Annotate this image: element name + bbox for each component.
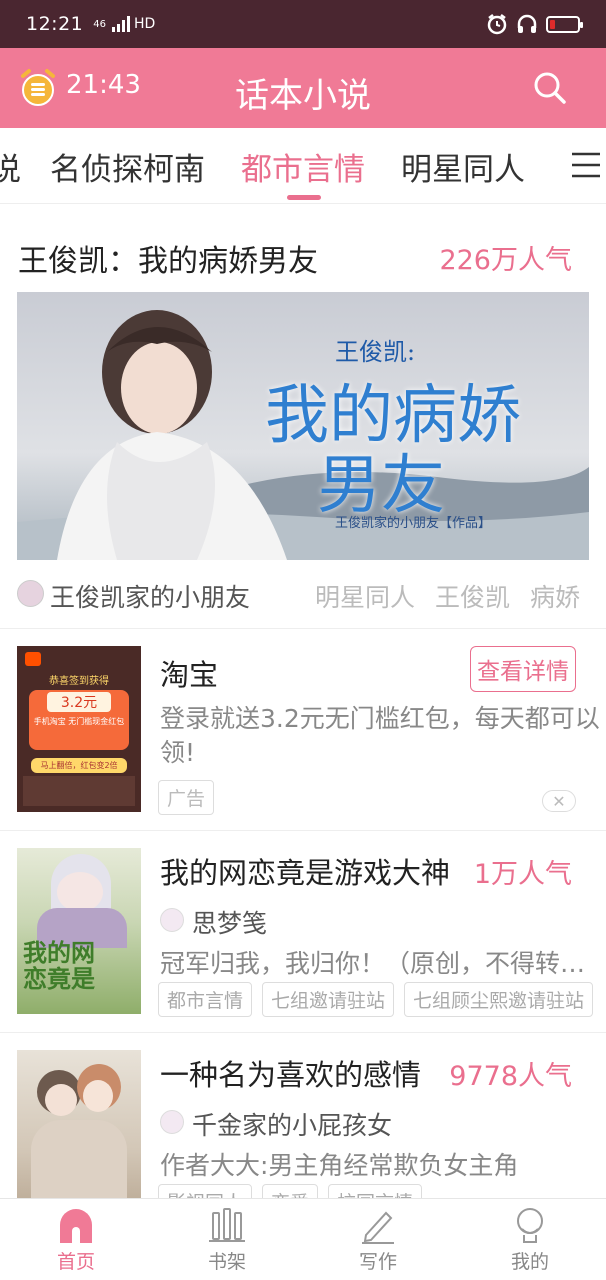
ad-name[interactable]: 淘宝	[160, 652, 218, 694]
ad-cover-top: 恭喜签到获得	[49, 676, 109, 687]
menu-icon	[572, 152, 600, 178]
book-title[interactable]: 一种名为喜欢的感情	[160, 1052, 421, 1094]
book-title[interactable]: 我的网恋竟是游戏大神	[160, 850, 450, 892]
headphones-icon	[517, 14, 537, 33]
view-details-button[interactable]: 查看详情	[470, 646, 576, 692]
close-icon: ✕	[552, 791, 566, 811]
featured-author[interactable]: 王俊凯家的小朋友	[50, 578, 250, 614]
nav-profile[interactable]: 我的	[470, 1205, 590, 1274]
book-tag[interactable]: 七组邀请驻站	[262, 982, 395, 1017]
book-tag[interactable]: 恋爱	[262, 1184, 319, 1198]
featured-banner[interactable]: 王俊凯: 我的病娇 男友 王俊凯家的小朋友【作品】	[17, 292, 589, 560]
active-tab-indicator	[287, 195, 321, 200]
nav-label: 写作	[358, 1251, 397, 1273]
book-tag[interactable]: 都市言情	[158, 982, 253, 1017]
nav-write[interactable]: 写作	[318, 1205, 438, 1274]
book-cover: 我的网恋竟是	[17, 848, 141, 1014]
ad-cover: 恭喜签到获得 3.2元 手机淘宝 无门槛现金红包 马上翻倍，红包变2倍	[17, 646, 141, 812]
book-cover	[17, 1050, 141, 1198]
featured-title[interactable]: 王俊凯：我的病娇男友	[18, 236, 318, 280]
close-ad-button[interactable]: ✕	[542, 790, 576, 812]
featured-tag[interactable]: 王俊凯	[435, 578, 510, 614]
profile-icon	[517, 1208, 543, 1243]
home-icon	[60, 1209, 92, 1243]
featured-tags: 明星同人 王俊凯 病娇	[315, 578, 580, 614]
tab-celebrity-fanfic[interactable]: 明星同人	[401, 144, 525, 189]
ad-cover-button: 马上翻倍，红包变2倍	[31, 758, 127, 773]
ad-description: 登录就送3.2元无门槛红包，每天都可以领!	[160, 704, 600, 767]
author-avatar	[160, 1110, 184, 1134]
battery-icon	[546, 15, 583, 33]
banner-credit: 王俊凯家的小朋友【作品】	[335, 516, 492, 531]
bottom-nav: 首页 书架 写作 我的	[0, 1198, 606, 1280]
hd-label: HD	[134, 16, 156, 32]
alarm-icon	[487, 14, 507, 35]
app-title: 话本小说	[235, 76, 371, 116]
bookshelf-icon	[209, 1208, 245, 1242]
network-indicator: 46 HD	[93, 16, 155, 32]
book-tags: 都市言情 七组邀请驻站 七组顾尘熙邀请驻站	[158, 982, 594, 1017]
book-popularity: 1万人气	[473, 859, 572, 890]
banner-small-title: 王俊凯:	[335, 338, 416, 366]
book-author[interactable]: 千金家的小屁孩女	[192, 1106, 392, 1142]
book-author[interactable]: 思梦笺	[192, 904, 267, 940]
ad-cover-line: 手机淘宝 无门槛现金红包	[33, 717, 125, 726]
nav-label: 首页	[56, 1251, 95, 1273]
nav-home[interactable]: 首页	[16, 1205, 136, 1274]
featured-tag[interactable]: 明星同人	[315, 578, 415, 614]
book-description: 作者大大:男主角经常欺负女主角	[160, 1151, 519, 1180]
status-bar: 12:21 46 HD	[0, 0, 606, 48]
status-right	[486, 13, 583, 35]
nav-bookshelf[interactable]: 书架	[167, 1205, 287, 1274]
author-avatar	[160, 908, 184, 932]
book-description: 冠军归我，我归你！（原创，不得转载）	[160, 949, 590, 978]
tab-menu-button[interactable]	[556, 128, 606, 203]
book-popularity: 9778人气	[449, 1061, 572, 1092]
book-tag[interactable]: 七组顾尘熙邀请驻站	[404, 982, 594, 1017]
category-tabs: 说 名侦探柯南 都市言情 明星同人	[0, 128, 606, 204]
ad-cover-amount: 3.2元	[47, 692, 111, 712]
cover-title: 我的网恋竟是	[23, 938, 95, 993]
featured-popularity: 226万人气	[439, 245, 572, 276]
status-time: 12:21	[26, 13, 84, 35]
list-item[interactable]: 一种名为喜欢的感情 9778人气 千金家的小屁孩女 作者大大:男主角经常欺负女主…	[0, 1032, 606, 1198]
search-icon[interactable]	[532, 70, 568, 106]
ad-badge: 广告	[158, 780, 215, 815]
book-tags: 影视同人 恋爱 校园言情	[158, 1184, 423, 1198]
book-tag[interactable]: 校园言情	[328, 1184, 423, 1198]
pen-icon	[362, 1211, 394, 1244]
featured-tag[interactable]: 病娇	[530, 578, 580, 614]
nav-label: 书架	[207, 1251, 246, 1273]
book-tag[interactable]: 影视同人	[158, 1184, 253, 1198]
author-avatar	[17, 580, 44, 607]
network-type: 46	[93, 18, 106, 30]
tab-previous[interactable]: 说	[0, 144, 21, 189]
list-item[interactable]: 我的网恋竟是 我的网恋竟是游戏大神 1万人气 思梦笺 冠军归我，我归你！（原创，…	[0, 830, 606, 1032]
tab-detective-conan[interactable]: 名侦探柯南	[50, 144, 205, 189]
tab-urban-romance[interactable]: 都市言情	[241, 144, 365, 189]
nav-label: 我的	[510, 1251, 549, 1273]
signal-icon	[112, 16, 130, 32]
app-header: 21:43 话本小说	[0, 48, 606, 128]
